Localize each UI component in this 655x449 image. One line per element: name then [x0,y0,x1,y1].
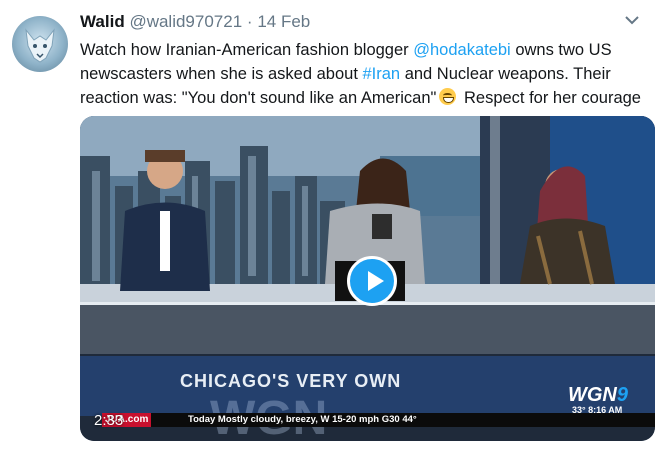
play-button[interactable] [347,256,397,306]
text-segment: owns two US [510,41,612,59]
chevron-down-icon[interactable] [624,14,640,26]
tweet-text: Watch how Iranian-American fashion blogg… [80,38,655,110]
text-segment: reaction was: "You don't sound like an A… [80,89,437,107]
wolf-avatar-icon [25,28,55,63]
separator-dot: · [246,12,253,31]
text-segment: and Nuclear weapons. Their [400,65,611,83]
tweet-text-line-1: Watch how Iranian-American fashion blogg… [80,38,655,62]
grinning-face-emoji-icon [439,88,457,105]
hashtag-link[interactable]: #Iran [363,65,401,83]
tweet-text-line-2: newscasters when she is asked about #Ira… [80,62,655,86]
video-duration: 2:33 [94,412,124,429]
tweet-header: Walid @walid970721 · 14 Feb [80,11,310,33]
logo-text: WGN [568,384,617,406]
ticker-text: Today Mostly cloudy, breezy, W 15-20 mph… [188,414,417,425]
video-player[interactable]: CHICAGO'S VERY OWN WGN WGN9 33° 8:16 AM … [80,116,655,441]
channel-logo: WGN9 [568,384,628,407]
overlay-title: CHICAGO'S VERY OWN [180,371,402,391]
text-segment: Watch how Iranian-American fashion blogg… [80,41,414,59]
tweet-text-line-3: reaction was: "You don't sound like an A… [80,86,655,110]
author-handle[interactable]: @walid970721 [129,12,242,31]
mention-link[interactable]: @hodakatebi [413,41,511,59]
text-segment: Respect for her courage [459,89,641,107]
news-ticker: JUA.com Today Mostly cloudy, breezy, W 1… [102,413,655,427]
avatar[interactable] [12,16,68,72]
author-name[interactable]: Walid [80,12,125,31]
tweet-date[interactable]: 14 Feb [257,12,310,31]
text-segment: newscasters when she is asked about [80,65,363,83]
logo-number: 9 [616,384,629,406]
